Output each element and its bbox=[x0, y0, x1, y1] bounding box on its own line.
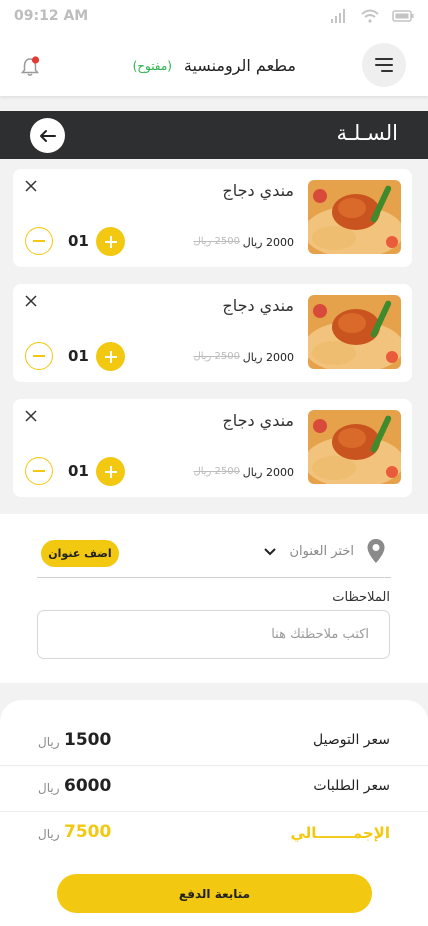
item-name: مندي دجاج bbox=[222, 181, 294, 200]
battery-icon bbox=[392, 10, 414, 22]
item-quantity: 01 bbox=[68, 462, 89, 480]
continue-payment-button[interactable]: متابعة الدفع bbox=[57, 874, 372, 913]
status-icons bbox=[330, 8, 414, 24]
location-pin-icon bbox=[367, 539, 385, 563]
remove-item-button[interactable] bbox=[25, 179, 37, 195]
total-price-label: الإجمـــــــالي bbox=[290, 824, 390, 842]
remove-item-button[interactable] bbox=[25, 409, 37, 425]
minus-icon bbox=[33, 355, 45, 357]
item-price: 2000 ريال bbox=[242, 351, 294, 364]
status-time: 09:12 AM bbox=[14, 8, 89, 24]
minus-icon bbox=[33, 470, 45, 472]
notes-input[interactable] bbox=[38, 611, 389, 658]
restaurant-name: مطعم الرومنسية bbox=[183, 56, 296, 75]
orders-price-label: سعر الطلبات bbox=[313, 778, 390, 794]
item-old-price: 2500 ريال bbox=[193, 236, 240, 247]
delivery-price-label: سعر التوصيل bbox=[313, 732, 390, 748]
back-button[interactable] bbox=[30, 118, 65, 153]
cart-item: مندي دجاج 2000 ريال 2500 ريال 01 bbox=[13, 169, 412, 267]
food-image bbox=[308, 410, 401, 484]
item-price: 2000 ريال bbox=[242, 466, 294, 479]
item-name: مندي دجاج bbox=[222, 296, 294, 315]
item-old-price: 2500 ريال bbox=[193, 351, 240, 362]
cart-item: مندي دجاج 2000 ريال 2500 ريال 01 bbox=[13, 399, 412, 497]
arrow-left-icon bbox=[39, 129, 56, 142]
remove-item-button[interactable] bbox=[25, 294, 37, 310]
total-price-value: 7500 bbox=[64, 822, 112, 842]
notes-label: الملاحظات bbox=[332, 590, 390, 605]
wifi-icon bbox=[361, 9, 379, 23]
minus-icon bbox=[33, 240, 45, 242]
cart-title-bar: السـلـة bbox=[0, 111, 428, 159]
restaurant-status: (مفتوح) bbox=[132, 59, 172, 73]
delivery-price-value: 1500 bbox=[64, 730, 112, 750]
notification-bell-icon[interactable] bbox=[20, 56, 42, 78]
decrease-quantity-button[interactable] bbox=[25, 342, 53, 370]
signal-icon bbox=[331, 9, 345, 23]
add-address-button[interactable]: اضف عنوان bbox=[41, 540, 119, 567]
increase-quantity-button[interactable] bbox=[96, 457, 125, 486]
notes-field[interactable] bbox=[37, 610, 390, 659]
address-select[interactable]: اختر العنوان bbox=[289, 544, 354, 559]
decrease-quantity-button[interactable] bbox=[25, 457, 53, 485]
close-icon bbox=[25, 180, 37, 192]
delivery-price-row: سعر التوصيل 1500 ريال bbox=[0, 720, 428, 766]
order-summary: سعر التوصيل 1500 ريال سعر الطلبات 6000 ر… bbox=[0, 700, 428, 926]
app-header: مطعم الرومنسية (مفتوح) bbox=[0, 34, 428, 96]
menu-button[interactable] bbox=[362, 43, 406, 87]
close-icon bbox=[25, 295, 37, 307]
plus-icon bbox=[104, 465, 117, 478]
plus-icon bbox=[104, 350, 117, 363]
menu-icon bbox=[375, 58, 393, 60]
divider bbox=[37, 577, 391, 578]
item-old-price: 2500 ريال bbox=[193, 466, 240, 477]
food-image bbox=[308, 295, 401, 369]
close-icon bbox=[25, 410, 37, 422]
orders-price-value: 6000 bbox=[64, 776, 112, 796]
plus-icon bbox=[104, 235, 117, 248]
delivery-price-currency: ريال bbox=[38, 735, 60, 749]
item-quantity: 01 bbox=[68, 232, 89, 250]
orders-price-currency: ريال bbox=[38, 781, 60, 795]
address-notes-panel: اختر العنوان اضف عنوان الملاحظات bbox=[0, 514, 428, 683]
increase-quantity-button[interactable] bbox=[96, 227, 125, 256]
total-price-currency: ريال bbox=[38, 827, 60, 841]
chevron-down-icon[interactable] bbox=[263, 547, 277, 557]
status-bar: 09:12 AM bbox=[0, 0, 428, 34]
page-title: السـلـة bbox=[336, 121, 398, 145]
item-name: مندي دجاج bbox=[222, 411, 294, 430]
cart-item: مندي دجاج 2000 ريال 2500 ريال 01 bbox=[13, 284, 412, 382]
increase-quantity-button[interactable] bbox=[96, 342, 125, 371]
decrease-quantity-button[interactable] bbox=[25, 227, 53, 255]
food-image bbox=[308, 180, 401, 254]
total-price-row: الإجمـــــــالي 7500 ريال bbox=[0, 812, 428, 858]
item-price: 2000 ريال bbox=[242, 236, 294, 249]
orders-price-row: سعر الطلبات 6000 ريال bbox=[0, 766, 428, 812]
item-quantity: 01 bbox=[68, 347, 89, 365]
